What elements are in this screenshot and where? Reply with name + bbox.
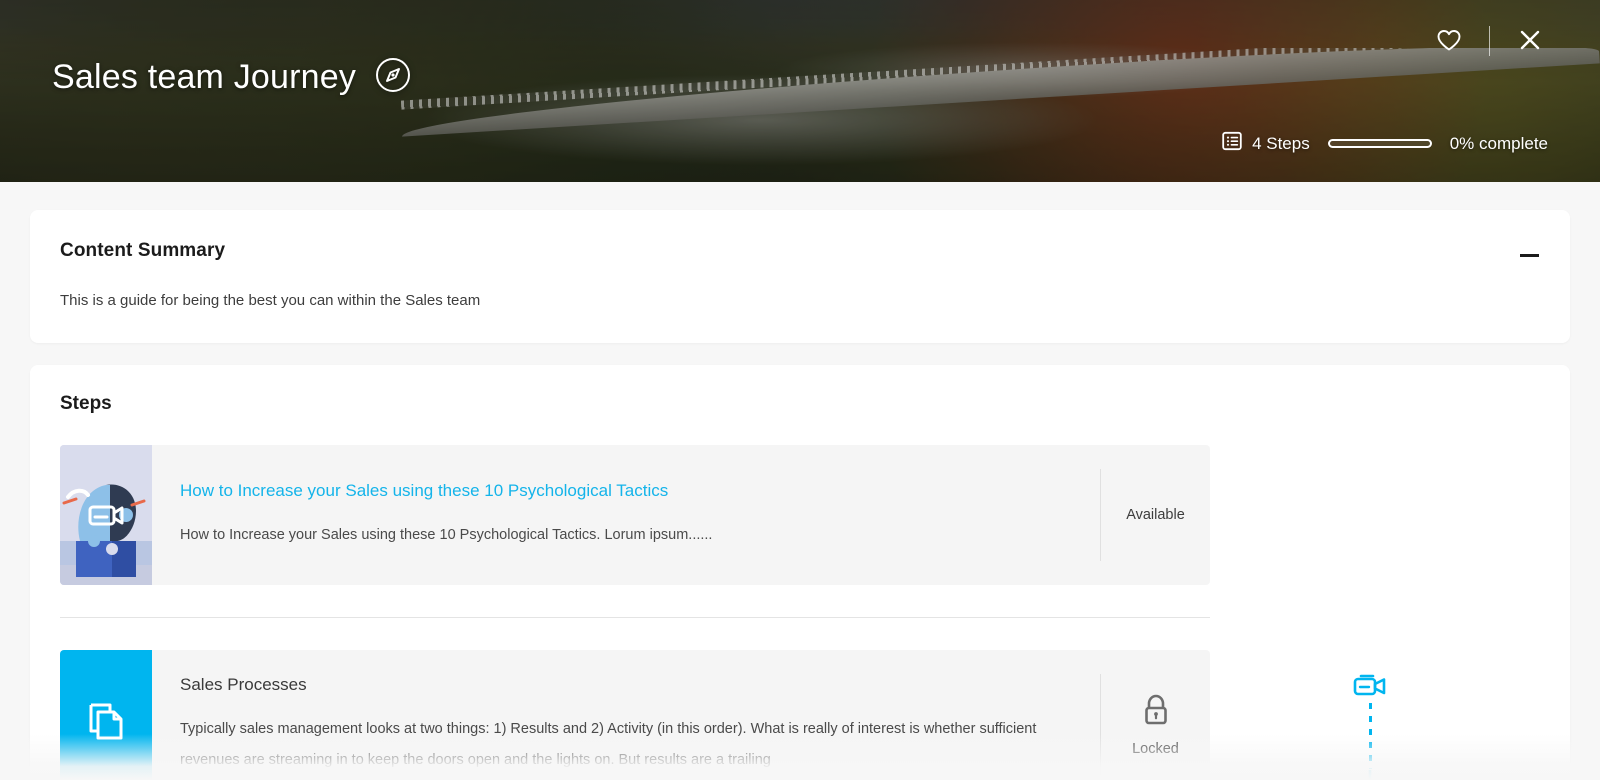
timeline-node-video[interactable] <box>1353 672 1387 703</box>
step-row[interactable]: How to Increase your Sales using these 1… <box>60 445 1210 585</box>
step-thumbnail[interactable] <box>60 445 152 585</box>
steps-divider <box>60 617 1210 618</box>
content-summary-card: Content Summary This is a guide for bein… <box>30 210 1570 343</box>
steps-count-label: 4 Steps <box>1252 134 1310 154</box>
progress-bar <box>1328 139 1432 148</box>
progress-label: 0% complete <box>1450 134 1548 154</box>
step-description: Typically sales management looks at two … <box>180 714 1060 775</box>
timeline-connector <box>1369 703 1372 769</box>
list-icon <box>1222 131 1242 156</box>
hero-progress-meta: 4 Steps 0% complete <box>1222 131 1548 156</box>
step-description: How to Increase your Sales using these 1… <box>180 520 1060 550</box>
lock-icon <box>1139 692 1173 733</box>
hero-actions-divider <box>1489 26 1490 56</box>
close-icon <box>1517 27 1543 56</box>
arrow-down-icon <box>1355 769 1385 780</box>
step-content: How to Increase your Sales using these 1… <box>152 445 1100 585</box>
steps-heading: Steps <box>60 393 1540 415</box>
page-title: Sales team Journey <box>52 58 356 97</box>
step-row[interactable]: Sales Processes Typically sales manageme… <box>60 650 1210 780</box>
close-button[interactable] <box>1512 24 1548 58</box>
timeline-arrow <box>1355 769 1385 780</box>
hero-title-row: Sales team Journey <box>52 56 412 99</box>
content-summary-heading: Content Summary <box>60 240 1540 262</box>
status-badge: Locked <box>1132 741 1179 757</box>
compass-icon <box>374 56 412 99</box>
step-status: Locked <box>1100 674 1210 775</box>
puzzle-head-illustration <box>60 445 152 585</box>
steps-card: Steps <box>30 365 1570 780</box>
favorite-button[interactable] <box>1431 24 1467 58</box>
journey-timeline <box>1340 672 1400 780</box>
step-thumbnail[interactable] <box>60 650 152 780</box>
step-title: Sales Processes <box>180 674 1076 696</box>
content-summary-text: This is a guide for being the best you c… <box>60 292 1540 309</box>
collapse-summary-button[interactable] <box>1516 242 1542 268</box>
heart-icon <box>1436 28 1462 55</box>
step-status: Available <box>1100 469 1210 561</box>
hero-actions <box>1431 24 1548 58</box>
hero-banner: Sales team Journey <box>0 0 1600 182</box>
video-camera-icon <box>1353 672 1387 703</box>
page-body: Content Summary This is a guide for bein… <box>0 182 1600 780</box>
minus-icon <box>1520 254 1539 257</box>
step-title-link[interactable]: How to Increase your Sales using these 1… <box>180 480 1076 502</box>
steps-count: 4 Steps <box>1222 131 1310 156</box>
documents-icon <box>86 701 126 748</box>
step-content: Sales Processes Typically sales manageme… <box>152 650 1100 780</box>
status-badge: Available <box>1126 507 1185 523</box>
